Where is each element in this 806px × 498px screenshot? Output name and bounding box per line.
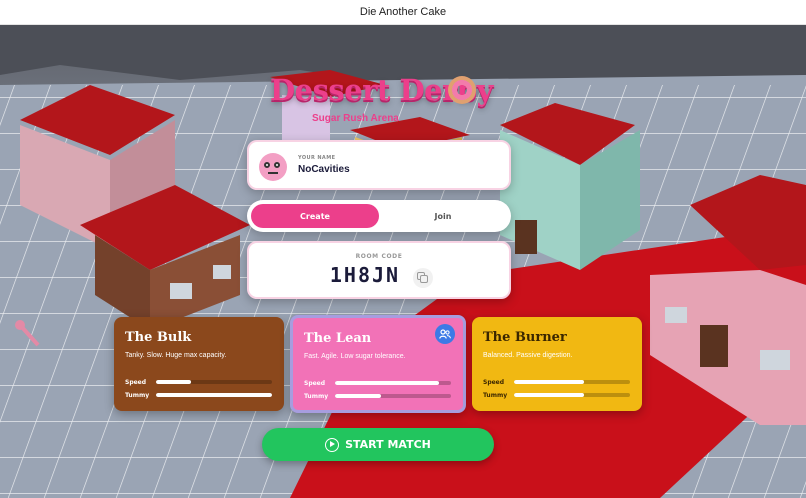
character-card-lean[interactable]: The Lean Fast. Agile. Low sugar toleranc… (290, 315, 466, 413)
character-card-bulk[interactable]: The Bulk Tanky. Slow. Huge max capacity.… (114, 317, 284, 411)
tummy-fill (514, 393, 584, 397)
speed-bar (156, 380, 272, 384)
tummy-bar (335, 394, 451, 398)
tummy-fill (335, 394, 382, 398)
play-icon (325, 437, 340, 452)
room-code-label: ROOM CODE (355, 253, 403, 260)
character-name: The Bulk (125, 330, 192, 345)
logo-title: Dessert Derby (270, 73, 493, 107)
tab-join[interactable]: Join (379, 204, 507, 228)
game-logo: Dessert Derby Sugar Rush Arena (270, 73, 540, 124)
tummy-label: Tummy (125, 392, 150, 399)
donut-icon (448, 76, 476, 104)
speed-fill (156, 380, 191, 384)
speed-label: Speed (483, 379, 505, 386)
speed-label: Speed (125, 379, 147, 386)
copy-icon[interactable] (413, 268, 433, 288)
tummy-label: Tummy (304, 393, 329, 400)
start-match-button[interactable]: START MATCH (262, 428, 494, 461)
speed-bar (514, 380, 630, 384)
room-code: 1H8JN (329, 263, 401, 287)
tummy-fill (156, 393, 272, 397)
speed-bar (335, 381, 451, 385)
character-name: The Burner (483, 330, 567, 345)
speed-fill (514, 380, 584, 384)
character-card-burner[interactable]: The Burner Balanced. Passive digestion. … (472, 317, 642, 411)
character-description: Tanky. Slow. Huge max capacity. (125, 352, 227, 359)
room-code-card: ROOM CODE 1H8JN (247, 241, 511, 299)
player-name-input[interactable]: NoCavities (298, 164, 350, 175)
character-description: Balanced. Passive digestion. (483, 352, 573, 359)
tummy-bar (156, 393, 272, 397)
character-name: The Lean (304, 331, 372, 346)
player-name-card[interactable]: YOUR NAME NoCavities (247, 140, 511, 190)
players-icon (435, 324, 455, 344)
mode-tabs: Create Join (247, 200, 511, 232)
name-label: YOUR NAME (298, 155, 336, 161)
avatar[interactable] (259, 153, 287, 181)
character-description: Fast. Agile. Low sugar tolerance. (304, 353, 406, 360)
tummy-label: Tummy (483, 392, 508, 399)
speed-label: Speed (304, 380, 326, 387)
start-match-label: START MATCH (345, 438, 431, 451)
speed-fill (335, 381, 440, 385)
tummy-bar (514, 393, 630, 397)
logo-subtitle: Sugar Rush Arena (312, 113, 399, 124)
tab-create[interactable]: Create (251, 204, 379, 228)
